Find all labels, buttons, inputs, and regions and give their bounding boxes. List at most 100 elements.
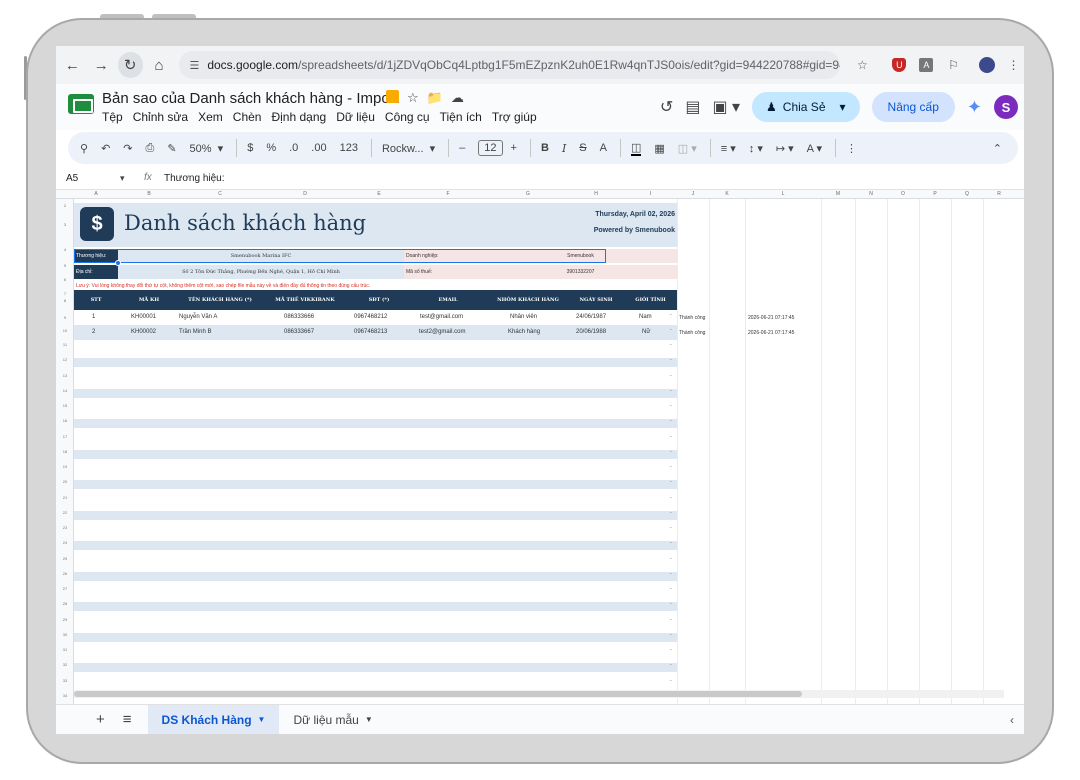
column-header[interactable]: R xyxy=(983,191,1015,197)
more-options-icon[interactable]: ⋮ xyxy=(846,142,857,155)
row-header[interactable]: 14 xyxy=(56,388,74,393)
address-value[interactable]: Số 2 Tôn Đức Thắng, Phường Bến Nghé, Quậ… xyxy=(118,265,404,279)
name-box[interactable]: A5 xyxy=(66,173,78,184)
cell-status[interactable]: Thành công xyxy=(679,330,705,336)
brand-info-row[interactable]: Thương hiệu: Smenubook Marina IFC Doanh … xyxy=(74,249,677,263)
row-header[interactable]: 30 xyxy=(56,632,74,637)
table-row[interactable] xyxy=(74,571,677,581)
cell-name[interactable]: Trần Minh B xyxy=(179,329,211,335)
row-header[interactable]: 18 xyxy=(56,449,74,454)
version-history-icon[interactable]: ↺ xyxy=(660,97,673,117)
cell-code[interactable]: KH00002 xyxy=(131,329,156,335)
menu-insert[interactable]: Chèn xyxy=(233,110,262,124)
cell-stt[interactable]: 1 xyxy=(92,314,95,320)
table-row[interactable] xyxy=(74,358,677,368)
row-header[interactable]: 34 xyxy=(56,693,74,698)
undo-icon[interactable]: ↶ xyxy=(101,142,110,155)
paint-format-icon[interactable]: ✎ xyxy=(167,142,176,155)
company-label[interactable]: Doanh nghiệp: xyxy=(404,249,484,263)
column-header[interactable]: M xyxy=(821,191,855,197)
row-header[interactable]: 24 xyxy=(56,540,74,545)
column-header[interactable]: F xyxy=(408,191,488,197)
text-color-icon[interactable]: A xyxy=(600,142,607,154)
scrollbar-thumb[interactable] xyxy=(74,691,802,697)
row-header[interactable]: 4 xyxy=(56,247,74,252)
row-header[interactable]: 7 xyxy=(56,291,74,296)
cell-time[interactable]: 2026-06-21 07:17:45 xyxy=(748,330,794,336)
extensions-puzzle-icon[interactable]: ⚐ xyxy=(943,54,964,76)
column-header[interactable]: N xyxy=(855,191,887,197)
row-header[interactable]: 12 xyxy=(56,357,74,362)
collapse-tabs-icon[interactable]: ‹ xyxy=(1010,713,1014,727)
font-size-input[interactable]: 12 xyxy=(478,140,503,156)
increase-decimal-button[interactable]: .00 xyxy=(311,142,326,154)
cell-status[interactable]: Thành công xyxy=(679,315,705,321)
row-header[interactable]: 13 xyxy=(56,373,74,378)
menu-file[interactable]: Tệp xyxy=(102,110,123,124)
row-header[interactable]: 3 xyxy=(56,222,74,227)
header-name[interactable]: TÊN KHÁCH HÀNG (*) xyxy=(180,297,260,303)
column-header[interactable]: E xyxy=(350,191,408,197)
row-header[interactable]: 21 xyxy=(56,495,74,500)
cell-stt[interactable]: 2 xyxy=(92,329,95,335)
bold-icon[interactable]: B xyxy=(541,142,549,154)
profile-avatar-icon[interactable] xyxy=(976,54,997,76)
column-header[interactable]: J xyxy=(677,191,709,197)
cell-gender[interactable]: Nam xyxy=(639,314,652,320)
browser-menu-icon[interactable]: ⋮ xyxy=(1003,54,1024,76)
menu-help[interactable]: Trợ giúp xyxy=(492,110,537,124)
column-header[interactable]: L xyxy=(745,191,821,197)
share-button[interactable]: ♟ Chia Sẻ ▾ xyxy=(752,92,860,122)
column-header[interactable]: G xyxy=(488,191,568,197)
row-header[interactable]: 27 xyxy=(56,586,74,591)
formula-input[interactable]: Thương hiệu: xyxy=(164,173,225,184)
brand-label[interactable]: Thương hiệu: xyxy=(74,249,118,263)
table-row[interactable] xyxy=(74,663,677,673)
header-code[interactable]: MÃ KH xyxy=(118,297,180,303)
sheets-logo-icon[interactable] xyxy=(68,94,94,114)
column-header[interactable]: D xyxy=(260,191,350,197)
header-gender[interactable]: GIỚI TÍNH xyxy=(624,297,677,303)
row-header[interactable]: 23 xyxy=(56,525,74,530)
cell-dob[interactable]: 20/06/1988 xyxy=(576,329,606,335)
menu-view[interactable]: Xem xyxy=(198,110,223,124)
back-icon[interactable]: ← xyxy=(60,52,85,78)
tab-dropdown-icon[interactable]: ▼ xyxy=(258,715,266,724)
cell-group[interactable]: Nhân viên xyxy=(510,314,537,320)
column-header[interactable]: I xyxy=(624,191,677,197)
column-header[interactable]: C xyxy=(180,191,260,197)
strikethrough-icon[interactable]: S xyxy=(579,142,586,154)
column-header[interactable]: A xyxy=(74,191,118,197)
column-header[interactable]: O xyxy=(887,191,919,197)
row-header[interactable]: 19 xyxy=(56,464,74,469)
comments-icon[interactable]: ▤ xyxy=(685,97,700,117)
row-header[interactable]: 6 xyxy=(56,277,74,282)
tab-ds-khach-hang[interactable]: DS Khách Hàng ▼ xyxy=(147,704,280,734)
text-rotation-icon[interactable]: A ▾ xyxy=(807,142,822,155)
currency-format-button[interactable]: $ xyxy=(247,142,253,154)
extension-a-icon[interactable]: A xyxy=(916,54,937,76)
meet-camera-icon[interactable]: ▣ ▾ xyxy=(712,97,740,117)
table-row[interactable] xyxy=(74,419,677,429)
move-folder-icon[interactable]: 📁 xyxy=(427,90,443,106)
cell-email[interactable]: test2@gmail.com xyxy=(419,329,465,335)
name-box-dropdown-icon[interactable]: ▾ xyxy=(120,173,125,184)
address-bar[interactable]: ☰ docs.google.com/spreadsheets/d/1jZDVqO… xyxy=(179,51,840,79)
home-icon[interactable]: ⌂ xyxy=(147,52,172,78)
row-header[interactable]: 5 xyxy=(56,263,74,268)
doc-title[interactable]: Bản sao của Danh sách khách hàng - Impor… xyxy=(102,90,399,107)
reload-icon[interactable]: ↻ xyxy=(117,52,143,78)
tax-label[interactable]: Mã số thuế: xyxy=(404,265,484,279)
header-stt[interactable]: STT xyxy=(74,297,118,303)
ublock-extension-icon[interactable]: U xyxy=(889,54,910,76)
pdf-badge-icon[interactable] xyxy=(386,90,399,103)
row-header[interactable]: 8 xyxy=(56,298,74,303)
fill-color-icon[interactable]: ◫ xyxy=(630,141,642,156)
cell-group[interactable]: Khách hàng xyxy=(508,329,540,335)
brand-value[interactable]: Smenubook Marina IFC xyxy=(118,249,404,263)
row-header[interactable]: 29 xyxy=(56,617,74,622)
menu-data[interactable]: Dữ liệu xyxy=(336,110,375,124)
selection-fill-handle[interactable] xyxy=(115,260,121,266)
increase-font-size-icon[interactable]: + xyxy=(511,142,517,154)
tax-value[interactable]: 3901332207 xyxy=(484,265,677,279)
